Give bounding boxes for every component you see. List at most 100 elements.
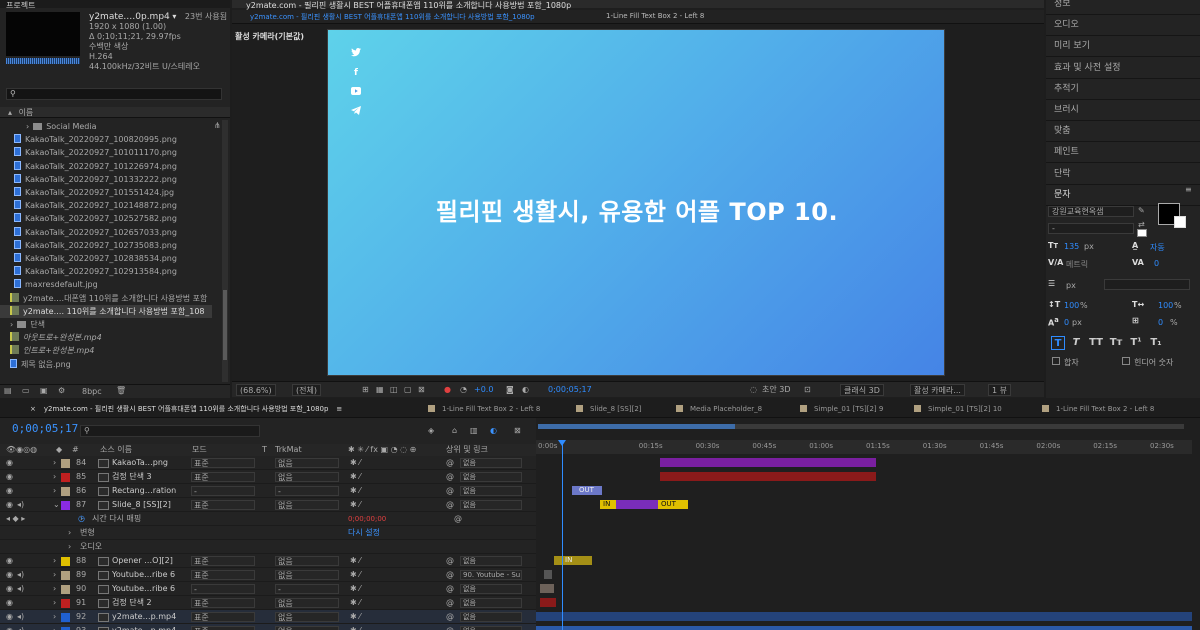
layer-name[interactable]: Opener …O][2] <box>112 554 188 568</box>
draft-3d-timeline-icon[interactable]: ◈ <box>428 426 434 435</box>
layer-row[interactable]: ◉ › 84 KakaoTa…png 표준 없음 ✱ ⁄ @ 없음 <box>0 456 536 470</box>
layer-switches[interactable]: ✱ ⁄ <box>350 624 361 630</box>
layer-name[interactable]: Youtube…ribe 6 <box>112 568 188 582</box>
project-item[interactable]: 아웃트로+완성본.mp4 <box>0 331 212 344</box>
layer-track[interactable] <box>536 456 1192 470</box>
layer-switches[interactable]: ✱ ⁄ <box>350 610 361 624</box>
blend-mode-dropdown[interactable]: 표준 <box>191 598 255 608</box>
stopwatch-icon[interactable]: ◷ <box>78 512 85 526</box>
project-item[interactable]: maxresdefault.jpg <box>0 278 212 291</box>
track-matte-dropdown[interactable]: 없음 <box>275 472 339 482</box>
project-tab[interactable]: 프로젝트 <box>0 1 35 10</box>
project-item[interactable]: y2mate.… 110위를 소개합니다 사용방법 포함_108 <box>0 304 212 318</box>
eye-icon[interactable]: ◉ <box>6 596 13 610</box>
pick-whip-icon[interactable]: @ <box>446 596 454 610</box>
tab-menu-icon[interactable]: ≡ <box>336 405 342 413</box>
viewer-timecode[interactable]: 0;00;05;17 <box>548 384 592 396</box>
layer-switches[interactable]: ✱ ⁄ <box>350 596 361 610</box>
layer-switches[interactable]: ✱ ⁄ <box>350 582 361 596</box>
layer-row[interactable]: ◉ ◂) › 92 y2mate…p.mp4 표준 없음 ✱ ⁄ @ 없음 <box>0 610 536 624</box>
expand-arrow-icon[interactable]: › <box>53 568 56 582</box>
layer-name[interactable]: 검정 단색 2 <box>112 596 188 610</box>
panel-menu-item[interactable]: 단락 <box>1054 164 1071 185</box>
parent-dropdown[interactable]: 없음 <box>460 598 522 608</box>
project-search-input[interactable]: ⚲ <box>6 88 222 100</box>
timeline-comp-tab[interactable]: Simple_01 [TS][2] 10 <box>914 403 1002 415</box>
faux-bold-button[interactable]: T <box>1051 336 1065 350</box>
layer-track[interactable] <box>536 624 1192 630</box>
layer-duration-bar[interactable] <box>540 584 554 593</box>
graph-editor-icon[interactable]: ⊠ <box>514 426 521 435</box>
vertical-scale-value[interactable]: 100 <box>1064 301 1079 310</box>
audio-icon[interactable]: ◂) <box>17 624 24 630</box>
playhead[interactable] <box>558 440 566 630</box>
font-size-value[interactable]: 135 <box>1064 242 1079 251</box>
reset-link[interactable]: 다시 설정 <box>348 526 380 540</box>
new-comp-icon[interactable]: ▣ <box>40 386 48 395</box>
subscript-button[interactable]: T₁ <box>1149 336 1163 350</box>
camera-snapshot-icon[interactable]: ◙ <box>506 384 514 396</box>
close-tab-icon[interactable]: × <box>30 405 36 413</box>
viewer-comp-tab[interactable]: y2mate.com - 필리핀 생활시 BEST 어플휴대폰앱 110위를 소… <box>232 1 571 10</box>
label-color[interactable] <box>61 473 70 482</box>
font-family-dropdown[interactable]: 강원교육현옥샘 <box>1048 206 1134 217</box>
blend-mode-dropdown[interactable]: 표준 <box>191 570 255 580</box>
kerning-value[interactable]: 메트릭 <box>1066 259 1088 270</box>
horizontal-scale-value[interactable]: 100 <box>1158 301 1173 310</box>
reset-exposure-icon[interactable]: ◔ <box>460 384 467 396</box>
project-item[interactable]: y2mate.…대폰앱 110위를 소개합니다 사용방법 포함 <box>0 292 212 305</box>
pick-whip-icon[interactable]: @ <box>446 554 454 568</box>
parent-dropdown[interactable]: 없음 <box>460 500 522 510</box>
layer-duration-bar[interactable] <box>660 458 876 467</box>
project-column-header[interactable]: ▴ 이름 <box>0 107 230 118</box>
eye-icon[interactable]: ◉ <box>6 498 13 512</box>
stroke-width-unit[interactable]: px <box>1066 281 1076 290</box>
eyedropper-icon[interactable]: ✎ <box>1138 206 1145 215</box>
font-style-dropdown[interactable]: - <box>1048 223 1134 234</box>
layer-name[interactable]: Rectang…ration <box>112 484 188 498</box>
item-dropdown-icon[interactable]: ▾ <box>172 12 176 21</box>
layer-switches[interactable]: ✱ ⁄ <box>350 554 361 568</box>
expand-arrow-icon[interactable]: › <box>53 596 56 610</box>
expand-arrow-icon[interactable]: › <box>68 540 71 554</box>
layer-row[interactable]: ◉ › 88 Opener …O][2] 표준 없음 ✱ ⁄ @ 없음 <box>0 554 536 568</box>
project-item[interactable]: KakaoTalk_20220927_102735083.png <box>0 239 212 252</box>
eye-icon[interactable]: ◉ <box>6 470 13 484</box>
stroke-style-dropdown[interactable] <box>1104 279 1190 290</box>
parent-dropdown[interactable]: 90. Youtube - Su <box>460 570 522 580</box>
layer-row[interactable]: ◉ ◂) › 90 Youtube…ribe 6- - ✱ ⁄ @ 없음 <box>0 582 536 596</box>
layer-switches[interactable]: ✱ ⁄ <box>350 470 361 484</box>
panel-menu-item[interactable]: 미리 보기 <box>1054 36 1090 57</box>
pick-whip-icon[interactable]: @ <box>446 624 454 630</box>
layer-row[interactable]: ◉ › 91 검정 단색 2 표준 없음 ✱ ⁄ @ 없음 <box>0 596 536 610</box>
eye-icon[interactable]: ◉ <box>6 554 13 568</box>
track-matte-dropdown[interactable]: 없음 <box>275 626 339 630</box>
timeline-comp-tab[interactable]: 1-Line Fill Text Box 2 - Left 8 <box>1042 403 1154 415</box>
layer-name[interactable]: Youtube…ribe 6 <box>112 582 188 596</box>
ligature-checkbox[interactable] <box>1052 357 1060 365</box>
layer-track[interactable] <box>536 596 1192 610</box>
layer-track[interactable]: OUT <box>536 484 1192 498</box>
camera-dropdown[interactable]: 활성 카메라... <box>910 384 965 396</box>
tsume-value[interactable]: 0 <box>1158 318 1163 327</box>
parent-dropdown[interactable]: 없음 <box>460 472 522 482</box>
parent-dropdown[interactable]: 없음 <box>460 612 522 622</box>
layer-duration-bar[interactable]: IN <box>600 500 616 509</box>
expand-arrow-icon[interactable]: › <box>26 122 29 131</box>
new-folder-icon[interactable]: ▭ <box>22 386 30 395</box>
eye-icon[interactable]: ◉ <box>6 568 13 582</box>
time-navigator[interactable] <box>538 424 1184 429</box>
breadcrumb-subcomp[interactable]: 1-Line Fill Text Box 2 - Left 8 <box>606 12 704 20</box>
layer-switches[interactable]: ✱ ⁄ <box>350 456 361 470</box>
eye-icon[interactable]: ◉ <box>6 610 13 624</box>
layer-duration-bar[interactable] <box>616 500 658 509</box>
blend-mode-dropdown[interactable]: 표준 <box>191 500 255 510</box>
project-tab-strip[interactable]: 프로젝트 <box>0 0 230 10</box>
audio-icon[interactable]: ◂) <box>17 568 24 582</box>
eye-icon[interactable]: ◉ <box>6 456 13 470</box>
tracking-value[interactable]: 0 <box>1154 259 1159 268</box>
show-snapshot-icon[interactable]: ◐ <box>522 384 529 396</box>
faux-italic-button[interactable]: T <box>1069 336 1083 350</box>
fast-preview-icon[interactable]: ⊞ <box>362 384 369 396</box>
timeline-comp-tab[interactable]: Simple_01 [TS][2] 9 <box>800 403 883 415</box>
